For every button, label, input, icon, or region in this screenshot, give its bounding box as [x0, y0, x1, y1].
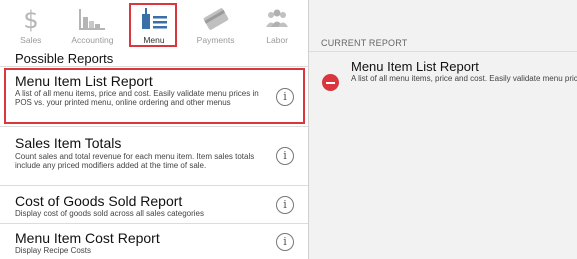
- info-icon[interactable]: i: [276, 147, 294, 165]
- report-title: Cost of Goods Sold Report: [15, 193, 183, 209]
- report-title: Sales Item Totals: [15, 135, 122, 151]
- selected-report-highlight: [4, 68, 305, 124]
- report-row-menu-item-cost[interactable]: Menu Item Cost Report Display Recipe Cos…: [0, 223, 308, 259]
- remove-icon[interactable]: [322, 74, 339, 91]
- tab-label: Payments: [196, 35, 235, 45]
- credit-card-icon: [185, 6, 247, 32]
- report-row-cost-of-goods-sold[interactable]: Cost of Goods Sold Report Display cost o…: [0, 185, 308, 223]
- dollar-icon: $: [0, 6, 62, 32]
- info-icon[interactable]: i: [276, 196, 294, 214]
- current-report-title: Menu Item List Report: [351, 59, 479, 74]
- section-divider: [309, 51, 577, 52]
- tab-label: Sales: [20, 35, 42, 45]
- active-tab-highlight: [129, 3, 177, 47]
- tab-label: Labor: [266, 35, 289, 45]
- svg-text:$: $: [23, 6, 38, 32]
- bar-chart-icon: [62, 6, 124, 32]
- current-report-description: A list of all menu items, price and cost…: [351, 74, 577, 83]
- info-icon[interactable]: i: [276, 233, 294, 251]
- people-icon: [246, 6, 308, 32]
- tab-sales[interactable]: $ Sales: [0, 0, 62, 48]
- section-title: Possible Reports: [15, 51, 114, 66]
- report-description: Display Recipe Costs: [15, 246, 92, 255]
- report-description: Count sales and total revenue for each m…: [15, 152, 255, 170]
- report-title: Menu Item Cost Report: [15, 230, 160, 246]
- current-report-label: CURRENT REPORT: [321, 38, 408, 48]
- current-report-panel: CURRENT REPORT Menu Item List Report A l…: [309, 0, 577, 259]
- reports-sidebar: $ Sales Accounting Menu Payments Labor P…: [0, 0, 308, 259]
- tab-labor[interactable]: Labor: [246, 0, 308, 48]
- tab-payments[interactable]: Payments: [185, 0, 247, 48]
- tab-label: Accounting: [71, 35, 114, 45]
- report-row-sales-item-totals[interactable]: Sales Item Totals Count sales and total …: [0, 126, 308, 185]
- tab-accounting[interactable]: Accounting: [62, 0, 124, 48]
- report-description: Display cost of goods sold across all sa…: [15, 209, 204, 218]
